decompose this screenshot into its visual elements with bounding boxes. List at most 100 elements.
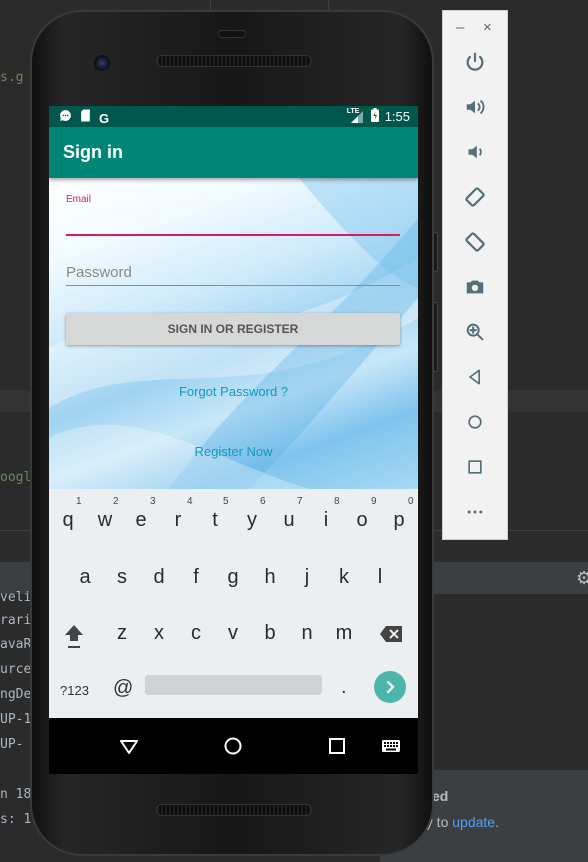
sd-card-icon [80, 109, 91, 127]
volume-down-icon[interactable] [460, 137, 490, 167]
key-y[interactable]: y [237, 509, 267, 532]
phone-power-key[interactable] [433, 232, 438, 272]
ide-code-fragment: oogl [0, 470, 32, 485]
backspace-icon[interactable] [379, 625, 403, 648]
key-z[interactable]: z [107, 622, 137, 645]
camera-icon[interactable] [460, 272, 490, 302]
message-icon [59, 109, 72, 127]
update-link[interactable]: update [452, 814, 495, 830]
phone-earpiece [218, 30, 246, 38]
key-hint: 3 [150, 496, 156, 507]
back-icon[interactable] [460, 362, 490, 392]
phone-top-speaker [156, 55, 312, 67]
battery-icon [370, 108, 379, 125]
key-x[interactable]: x [144, 622, 174, 645]
key-hint: 2 [113, 496, 119, 507]
key-u[interactable]: u [274, 509, 304, 532]
close-button[interactable]: × [483, 19, 492, 36]
key-a[interactable]: a [70, 566, 100, 589]
key-g[interactable]: g [218, 566, 248, 589]
forgot-password-link[interactable]: Forgot Password ? [49, 384, 418, 399]
emulator-toolbar: – × [442, 10, 508, 540]
volume-up-icon[interactable] [460, 92, 490, 122]
space-bar[interactable] [145, 675, 322, 695]
go-button[interactable] [374, 671, 406, 703]
chevron-right-icon [386, 680, 395, 694]
key-m[interactable]: m [329, 622, 359, 645]
shift-icon[interactable] [63, 622, 85, 655]
key-k[interactable]: k [329, 566, 359, 589]
ide-log-line: avaR [0, 637, 32, 652]
more-icon[interactable] [460, 497, 490, 527]
status-bar: G LTE 1:55 [49, 106, 418, 127]
nav-back-icon[interactable] [117, 734, 141, 758]
ide-log-line: n 18 [0, 787, 32, 802]
key-c[interactable]: c [181, 622, 211, 645]
gear-icon[interactable]: ⚙ [576, 568, 588, 589]
overview-icon[interactable] [460, 452, 490, 482]
key-j[interactable]: j [292, 566, 322, 589]
key-hint: 9 [371, 496, 377, 507]
power-icon[interactable] [460, 47, 490, 77]
email-field[interactable] [66, 208, 400, 234]
key-hint: 4 [187, 496, 193, 507]
phone-bottom-speaker [156, 804, 312, 816]
network-type-label: LTE [346, 107, 360, 115]
keyboard-switch-icon[interactable] [379, 734, 403, 758]
notification-title: ed [432, 788, 449, 804]
home-icon[interactable] [460, 407, 490, 437]
email-label: Email [66, 194, 92, 205]
zoom-icon[interactable] [460, 317, 490, 347]
key-p[interactable]: p [384, 509, 414, 532]
key-hint: 1 [76, 496, 82, 507]
emulator-window-controls: – × [443, 19, 509, 39]
soft-keyboard: 1 2 3 4 5 6 7 8 9 0 q w e r t y u i o p … [49, 489, 418, 718]
key-b[interactable]: b [255, 622, 285, 645]
ide-code-fragment: s.g [0, 70, 24, 85]
key-q[interactable]: q [53, 509, 83, 532]
status-time: 1:55 [384, 109, 410, 124]
key-h[interactable]: h [255, 566, 285, 589]
nav-overview-icon[interactable] [325, 734, 349, 758]
ide-log-line: veli [0, 590, 32, 605]
key-d[interactable]: d [144, 566, 174, 589]
key-hint: 6 [260, 496, 266, 507]
status-left-icons: G [59, 109, 109, 127]
rotate-left-icon[interactable] [460, 182, 490, 212]
email-underline [66, 234, 400, 236]
phone-volume-key[interactable] [433, 302, 438, 372]
page-title: Sign in [63, 142, 123, 162]
sign-in-button[interactable]: SIGN IN OR REGISTER [66, 313, 400, 345]
key-o[interactable]: o [347, 509, 377, 532]
key-s[interactable]: s [107, 566, 137, 589]
notification-text-suffix: . [495, 814, 499, 830]
phone-screen: G LTE 1:55 Sign in Email Password SIGN I… [49, 106, 418, 774]
key-hint: 5 [223, 496, 229, 507]
key-t[interactable]: t [200, 509, 230, 532]
symbols-key[interactable]: ?123 [60, 683, 89, 698]
key-hint: 8 [334, 496, 340, 507]
ide-log-line: ngDe [0, 687, 32, 702]
key-e[interactable]: e [126, 509, 156, 532]
password-underline [66, 285, 400, 286]
front-camera [94, 55, 110, 71]
ide-log-line: UP-1 [0, 712, 32, 727]
navigation-bar [49, 718, 418, 774]
register-now-link[interactable]: Register Now [49, 444, 418, 459]
key-n[interactable]: n [292, 622, 322, 645]
nav-home-icon[interactable] [221, 734, 245, 758]
key-l[interactable]: l [365, 566, 395, 589]
key-r[interactable]: r [163, 509, 193, 532]
key-i[interactable]: i [311, 509, 341, 532]
minimize-button[interactable]: – [456, 19, 464, 36]
key-w[interactable]: w [90, 509, 120, 532]
period-key[interactable]: . [341, 676, 347, 699]
at-key[interactable]: @ [113, 677, 133, 700]
google-icon: G [99, 110, 110, 126]
key-f[interactable]: f [181, 566, 211, 589]
rotate-right-icon[interactable] [460, 227, 490, 257]
password-field[interactable]: Password [66, 264, 132, 281]
sign-in-form: Email Password SIGN IN OR REGISTER Forgo… [49, 178, 418, 489]
key-v[interactable]: v [218, 622, 248, 645]
status-right-icons: LTE 1:55 [346, 107, 410, 125]
